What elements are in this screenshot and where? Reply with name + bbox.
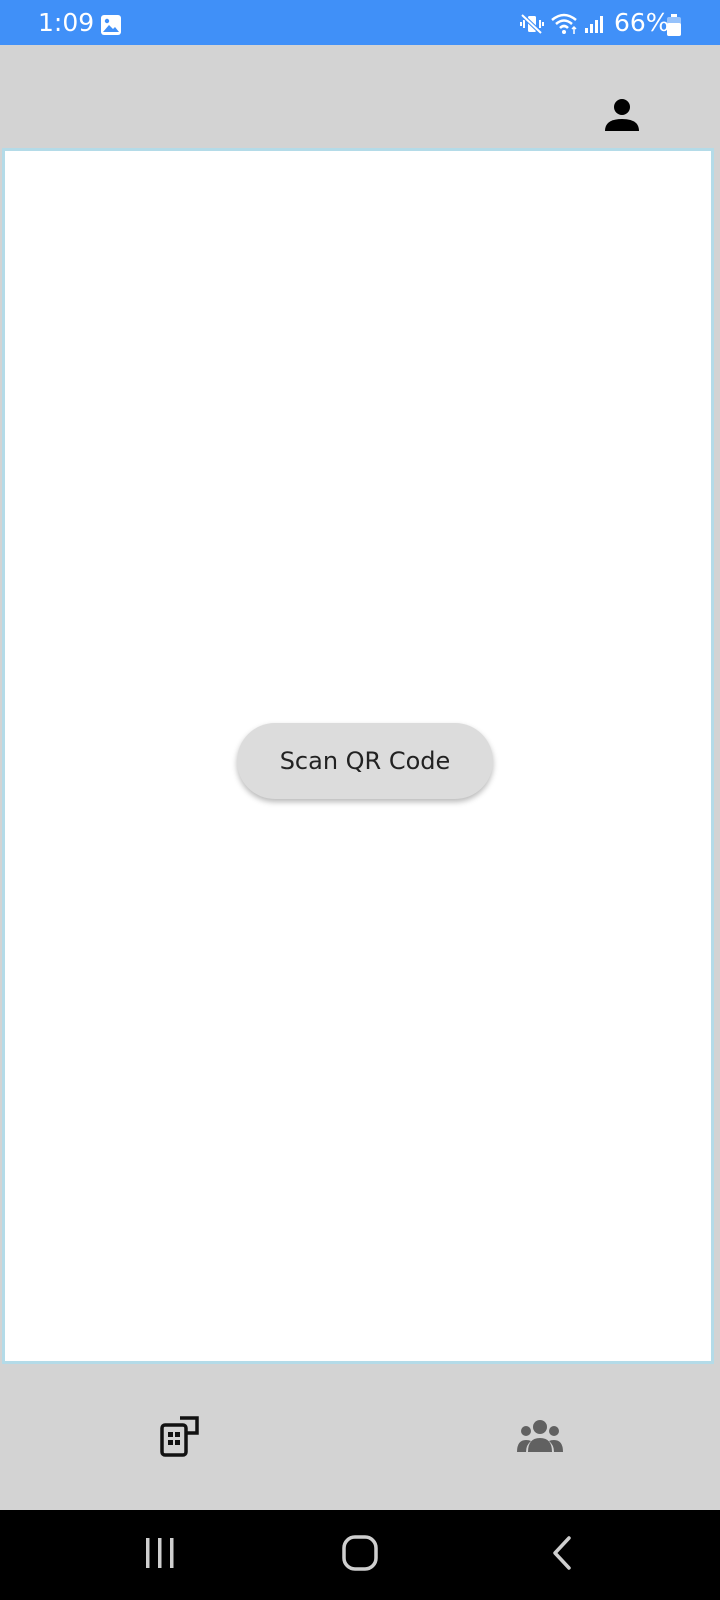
app-bar [0, 45, 720, 148]
signal-icon [584, 14, 606, 39]
battery-percent: 66% [614, 8, 670, 37]
bottom-navigation [0, 1366, 720, 1510]
back-icon [549, 1535, 575, 1576]
home-icon [341, 1534, 379, 1577]
scan-qr-code-button[interactable]: Scan QR Code [237, 723, 493, 799]
main-content: Scan QR Code [2, 148, 714, 1364]
recents-icon [143, 1536, 177, 1575]
image-icon [100, 14, 122, 41]
nav-tab-groups[interactable] [360, 1366, 720, 1510]
system-navigation-bar [0, 1510, 720, 1600]
profile-button[interactable] [596, 91, 648, 143]
recents-button[interactable] [100, 1510, 220, 1600]
person-icon [602, 95, 642, 140]
back-button[interactable] [502, 1510, 622, 1600]
wifi-icon [550, 12, 580, 41]
status-bar: 1:09 66% [0, 0, 720, 45]
scan-qr-code-label: Scan QR Code [279, 747, 451, 775]
battery-icon [666, 13, 682, 42]
status-time: 1:09 [38, 8, 95, 37]
group-icon [517, 1419, 563, 1458]
mute-vibrate-icon [520, 13, 544, 40]
home-button[interactable] [300, 1510, 420, 1600]
nav-tab-scanner[interactable] [0, 1366, 360, 1510]
qr-scanner-icon [159, 1415, 201, 1462]
